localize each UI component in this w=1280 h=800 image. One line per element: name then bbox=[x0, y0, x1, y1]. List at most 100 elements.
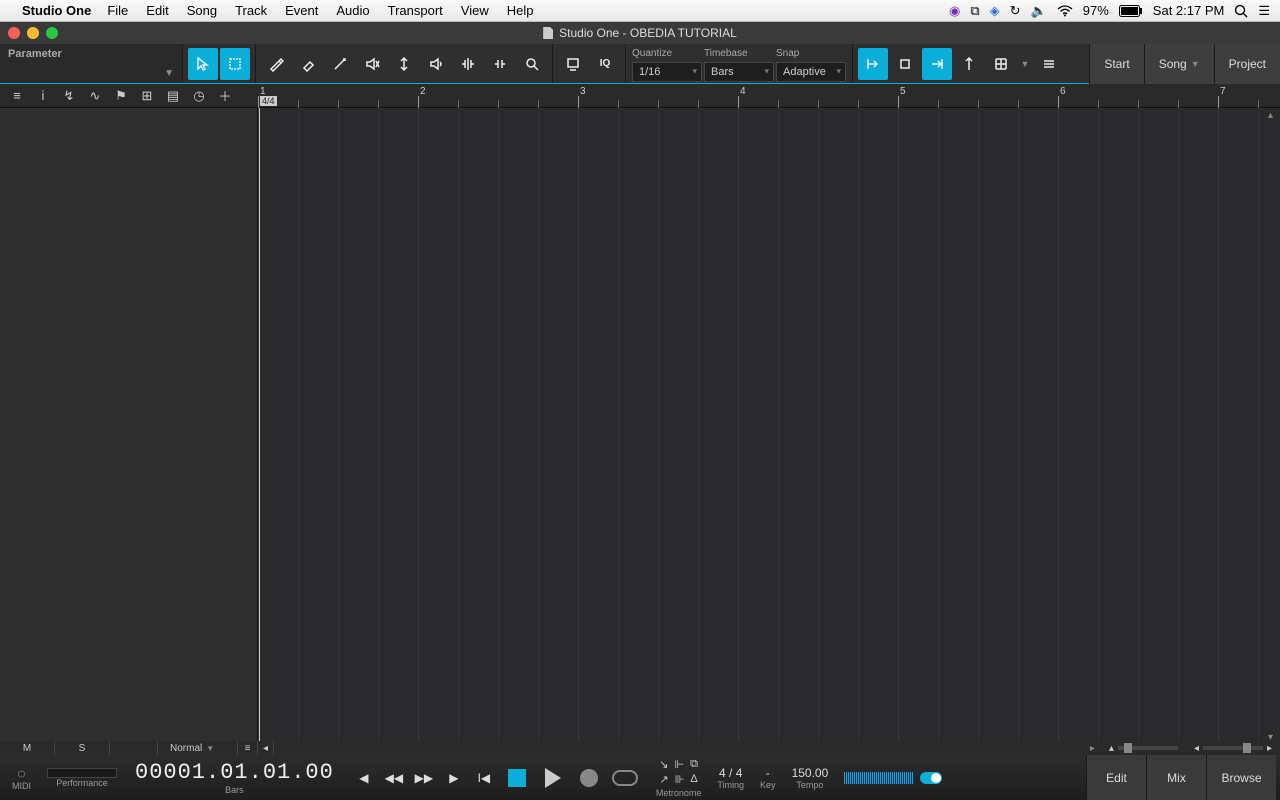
battery-icon bbox=[1119, 5, 1143, 17]
go-to-end-back-button[interactable]: ◀ bbox=[352, 766, 376, 790]
mute-all-button[interactable]: M bbox=[0, 741, 55, 755]
draw-tool[interactable] bbox=[261, 48, 291, 80]
close-button[interactable] bbox=[8, 27, 20, 39]
click-icon[interactable]: ↗ bbox=[660, 773, 669, 786]
automation-icon[interactable]: ↯ bbox=[56, 85, 82, 107]
menu-event[interactable]: Event bbox=[285, 3, 318, 18]
menu-track[interactable]: Track bbox=[235, 3, 267, 18]
mix-view-button[interactable]: Mix bbox=[1146, 755, 1206, 800]
pool-tool[interactable] bbox=[558, 48, 588, 80]
dropbox-icon[interactable]: ⧉ bbox=[970, 3, 979, 19]
grid-dropdown[interactable]: ▼ bbox=[1018, 48, 1032, 80]
split-tool[interactable] bbox=[325, 48, 355, 80]
envelope-icon[interactable]: ∿ bbox=[82, 85, 108, 107]
minimize-button[interactable] bbox=[27, 27, 39, 39]
group-icon[interactable]: ⊞ bbox=[134, 85, 160, 107]
timeline-ruler[interactable]: 1 4/4 2 3 4 5 6 7 bbox=[258, 84, 1280, 108]
auto-zoom-tool[interactable] bbox=[517, 48, 547, 80]
go-to-end-button[interactable]: ▶ bbox=[442, 766, 466, 790]
track-list-icon[interactable]: ≡ bbox=[4, 85, 30, 107]
count-icon[interactable]: ⊪ bbox=[675, 773, 685, 786]
menu-audio[interactable]: Audio bbox=[336, 3, 369, 18]
timesig-display[interactable]: 4 / 4 Timing bbox=[709, 755, 752, 800]
menu-song[interactable]: Song bbox=[187, 3, 217, 18]
autopunch-icon[interactable]: ⊩ bbox=[674, 758, 684, 771]
scroll-up-icon[interactable]: ▴ bbox=[1268, 110, 1278, 120]
eraser-tool[interactable] bbox=[293, 48, 323, 80]
mute-tool[interactable] bbox=[357, 48, 387, 80]
arrange-grid[interactable]: ▴ ▾ bbox=[258, 108, 1280, 744]
nav-right-icon[interactable]: ▸ bbox=[1084, 743, 1101, 754]
stop-button[interactable] bbox=[502, 763, 532, 793]
timebase-select[interactable]: Bars bbox=[704, 62, 774, 82]
quantize-select[interactable]: 1/16 bbox=[632, 62, 702, 82]
add-track-icon[interactable]: ＋ bbox=[212, 85, 238, 107]
song-page-button[interactable]: Song▼ bbox=[1144, 44, 1214, 84]
zoom-vertical[interactable]: ▴ bbox=[1101, 743, 1186, 754]
menu-edit[interactable]: Edit bbox=[146, 3, 168, 18]
key-display[interactable]: - Key bbox=[752, 755, 784, 800]
precount-icon[interactable]: ⧉ bbox=[690, 758, 698, 771]
solo-all-button[interactable]: S bbox=[55, 741, 110, 755]
menu-list-icon[interactable]: ☰ bbox=[1258, 3, 1270, 19]
layers-button[interactable] bbox=[1034, 48, 1064, 80]
strip-silence-tool[interactable] bbox=[453, 48, 483, 80]
listen-tool[interactable] bbox=[421, 48, 451, 80]
track-info-icon[interactable]: i bbox=[30, 85, 56, 107]
app-name[interactable]: Studio One bbox=[22, 3, 91, 18]
chevron-down-icon: ▼ bbox=[164, 68, 174, 79]
return-to-zero-button[interactable]: I◀ bbox=[472, 766, 496, 790]
maximize-button[interactable] bbox=[46, 27, 58, 39]
quantize-label: Quantize bbox=[632, 46, 702, 62]
snap-select[interactable]: Adaptive bbox=[776, 62, 846, 82]
master-mute-toggle[interactable] bbox=[920, 772, 942, 784]
uad-icon[interactable]: ◈ bbox=[990, 3, 1000, 19]
zoom-horizontal[interactable]: ◂▸ bbox=[1186, 743, 1280, 754]
follow-button[interactable] bbox=[922, 48, 952, 80]
spotlight-icon[interactable] bbox=[1234, 4, 1248, 18]
arrow-tool[interactable] bbox=[188, 48, 218, 80]
marker-button[interactable] bbox=[954, 48, 984, 80]
timesig-flag[interactable]: 4/4 bbox=[260, 96, 277, 106]
menu-view[interactable]: View bbox=[461, 3, 489, 18]
volume-icon[interactable]: 🔈 bbox=[1031, 3, 1047, 19]
menu-transport[interactable]: Transport bbox=[388, 3, 443, 18]
loop-button[interactable] bbox=[610, 763, 640, 793]
menu-help[interactable]: Help bbox=[507, 3, 534, 18]
record-button[interactable] bbox=[574, 763, 604, 793]
track-list-panel[interactable] bbox=[0, 108, 258, 744]
grid-button[interactable] bbox=[986, 48, 1016, 80]
project-page-button[interactable]: Project bbox=[1214, 44, 1280, 84]
bar-marker: 6 bbox=[1060, 86, 1066, 97]
timemachine-icon[interactable]: ↻ bbox=[1010, 3, 1021, 19]
autoscroll-button[interactable] bbox=[858, 48, 888, 80]
sync-icon[interactable]: ◉ bbox=[949, 3, 960, 19]
list-icon[interactable]: ≡ bbox=[238, 741, 258, 755]
play-button[interactable] bbox=[538, 763, 568, 793]
performance-meter[interactable]: Performance bbox=[39, 755, 125, 800]
folder-icon[interactable]: ▤ bbox=[160, 85, 186, 107]
browse-view-button[interactable]: Browse bbox=[1206, 755, 1276, 800]
macro-tool[interactable] bbox=[485, 48, 515, 80]
wifi-icon[interactable] bbox=[1057, 5, 1073, 17]
document-icon bbox=[543, 27, 553, 39]
iq-button[interactable]: IQ bbox=[590, 48, 620, 80]
snap-toggle[interactable] bbox=[890, 48, 920, 80]
edit-view-button[interactable]: Edit bbox=[1086, 755, 1146, 800]
tempo-display[interactable]: 150.00 Tempo bbox=[784, 755, 837, 800]
rewind-button[interactable]: ◀◀ bbox=[382, 766, 406, 790]
preroll-icon[interactable]: ↘ bbox=[659, 758, 668, 771]
menu-file[interactable]: File bbox=[107, 3, 128, 18]
range-tool[interactable] bbox=[220, 48, 250, 80]
metronome-icon[interactable]: Δ bbox=[690, 773, 697, 786]
clock-icon[interactable]: ◷ bbox=[186, 85, 212, 107]
flag-icon[interactable]: ⚑ bbox=[108, 85, 134, 107]
timecode-display[interactable]: 00001.01.01.00 Bars bbox=[125, 760, 344, 795]
start-page-button[interactable]: Start bbox=[1089, 44, 1143, 84]
nav-left-icon[interactable]: ◂ bbox=[258, 741, 274, 755]
forward-button[interactable]: ▶▶ bbox=[412, 766, 436, 790]
parameter-display[interactable]: Parameter ▼ bbox=[0, 44, 182, 83]
track-footer-strip: M S Normal▼ ≡ ◂ ▸ ▴ ◂▸ bbox=[0, 741, 1280, 755]
bend-tool[interactable] bbox=[389, 48, 419, 80]
height-select[interactable]: Normal▼ bbox=[158, 741, 238, 755]
